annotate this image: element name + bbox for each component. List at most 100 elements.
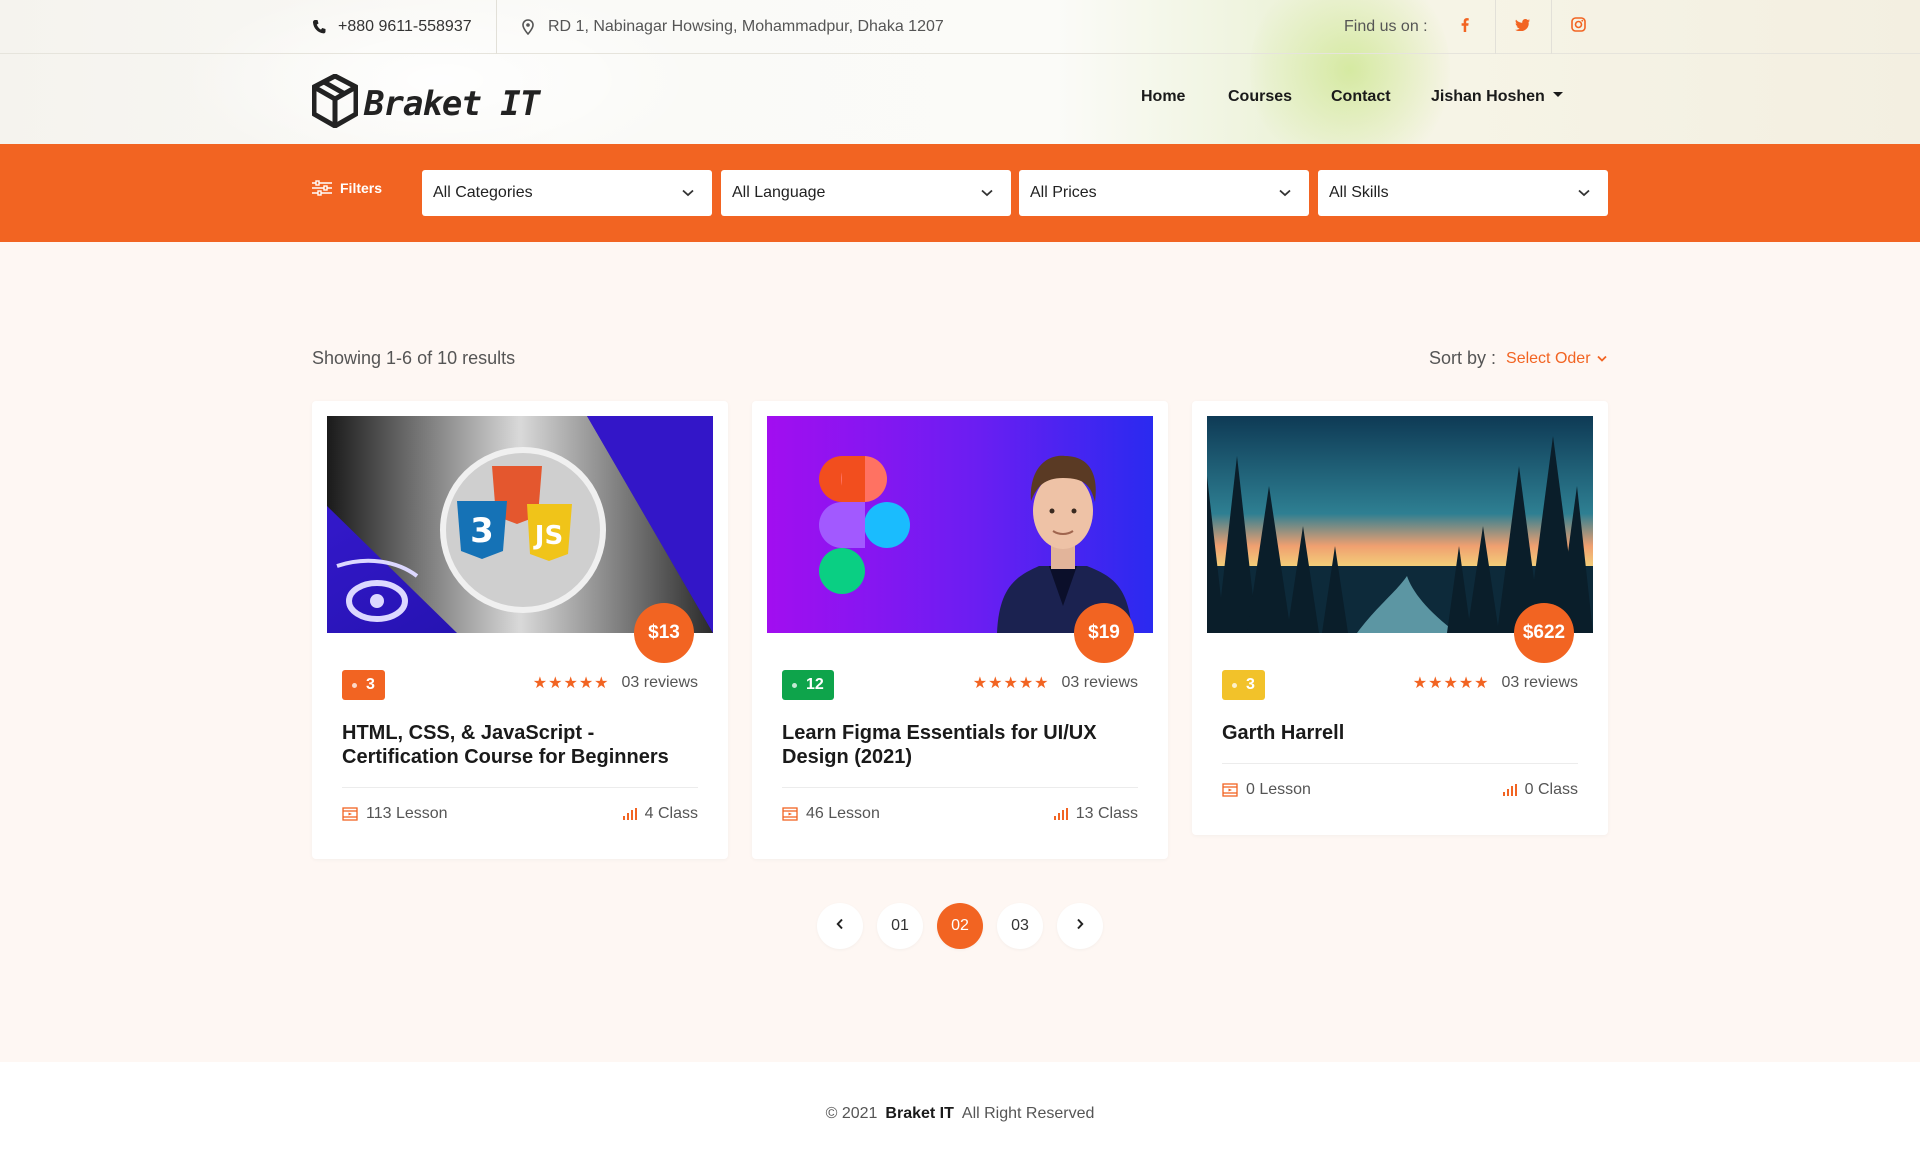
price-select-value: All Prices — [1030, 184, 1097, 201]
level-value: 3 — [366, 676, 375, 693]
page-button-03[interactable]: 03 — [997, 903, 1043, 949]
course-card[interactable]: $19 12 ★★★★★ 03 reviews Learn Figma Esse… — [752, 401, 1168, 859]
skills-select[interactable]: All Skills — [1318, 170, 1608, 216]
svg-text:JS: JS — [533, 521, 563, 551]
chevron-left-icon — [836, 917, 844, 935]
lesson-count-text: 113 Lesson — [366, 805, 448, 822]
nav-home[interactable]: Home — [1141, 88, 1185, 106]
course-listing: Showing 1-6 of 10 results Sort by : Sele… — [0, 242, 1920, 1062]
facebook-icon — [1461, 17, 1469, 37]
level-badge: 3 — [1222, 670, 1265, 700]
page-button-02[interactable]: 02 — [937, 903, 983, 949]
divider — [782, 787, 1138, 788]
brand-name: Braket IT — [364, 83, 540, 124]
sliders-icon — [312, 180, 332, 196]
page-button-01[interactable]: 01 — [877, 903, 923, 949]
class-count: 0 Class — [1502, 781, 1578, 799]
instagram-link[interactable] — [1550, 0, 1606, 54]
rating: ★★★★★ 03 reviews — [973, 673, 1138, 693]
price-select[interactable]: All Prices — [1019, 170, 1309, 216]
language-select-value: All Language — [732, 184, 826, 201]
video-lesson-icon — [782, 807, 798, 821]
video-lesson-icon — [342, 807, 358, 821]
course-card[interactable]: 3 JS $13 3 ★★★★★ 03 reviews HTML, CSS, &… — [312, 401, 728, 859]
class-count: 4 Class — [622, 805, 698, 823]
instagram-icon — [1570, 17, 1586, 37]
sort-select[interactable]: Select Oder — [1506, 350, 1607, 368]
class-count-text: 0 Class — [1524, 781, 1578, 798]
course-thumbnail-forest[interactable] — [1207, 416, 1593, 633]
header: +880 9611-558937 RD 1, Nabinagar Howsing… — [0, 0, 1920, 144]
chevron-down-icon — [981, 184, 993, 202]
star-rating-icon: ★★★★★ — [1412, 675, 1490, 692]
price-badge: $622 — [1514, 603, 1574, 663]
svg-text:3: 3 — [470, 511, 494, 551]
lesson-count: 46 Lesson — [782, 805, 880, 823]
brand-logo[interactable]: Braket IT — [311, 73, 540, 133]
course-title[interactable]: Garth Harrell — [1222, 721, 1582, 745]
level-badge: 3 — [342, 670, 385, 700]
level-badge: 12 — [782, 670, 834, 700]
filters-toggle[interactable]: Filters — [312, 180, 382, 196]
level-value: 3 — [1246, 676, 1255, 693]
price-badge: $19 — [1074, 603, 1134, 663]
chevron-down-icon — [1578, 184, 1590, 202]
course-thumbnail-web-dev[interactable]: 3 JS — [327, 416, 713, 633]
prev-page-button[interactable] — [817, 903, 863, 949]
divider — [1222, 763, 1578, 764]
chevron-down-icon — [1596, 355, 1607, 362]
star-rating-icon: ★★★★★ — [532, 675, 610, 692]
copyright-text: © 2021 — [825, 1105, 878, 1122]
chevron-down-icon — [1279, 184, 1291, 202]
topbar: +880 9611-558937 RD 1, Nabinagar Howsing… — [0, 0, 1920, 54]
caret-down-icon — [1552, 92, 1563, 98]
phone-info: +880 9611-558937 — [312, 0, 472, 54]
skills-select-value: All Skills — [1329, 184, 1389, 201]
user-name: Jishan Hoshen — [1431, 88, 1545, 105]
lesson-count: 113 Lesson — [342, 805, 448, 823]
address-info: RD 1, Nabinagar Howsing, Mohammadpur, Dh… — [522, 0, 944, 54]
results-count: Showing 1-6 of 10 results — [312, 348, 516, 368]
chevron-right-icon — [1076, 917, 1084, 935]
divider — [342, 787, 698, 788]
rating: ★★★★★ 03 reviews — [533, 673, 698, 693]
class-count-text: 4 Class — [644, 805, 698, 822]
nav-courses[interactable]: Courses — [1228, 88, 1292, 106]
twitter-link[interactable] — [1494, 0, 1550, 54]
category-select[interactable]: All Categories — [422, 170, 712, 216]
chevron-down-icon — [682, 184, 694, 202]
phone-number[interactable]: +880 9611-558937 — [338, 18, 472, 36]
sort-label: Sort by : — [1429, 348, 1497, 368]
review-count: 03 reviews — [1501, 674, 1578, 691]
course-title[interactable]: Learn Figma Essentials for UI/UX Design … — [782, 721, 1142, 769]
class-count: 13 Class — [1053, 805, 1138, 823]
location-pin-icon — [522, 19, 538, 35]
course-card[interactable]: $622 3 ★★★★★ 03 reviews Garth Harrell 0 … — [1192, 401, 1608, 835]
rights-text: All Right Reserved — [961, 1105, 1095, 1122]
sort-control: Sort by : Select Oder — [1429, 348, 1607, 369]
lesson-count-text: 0 Lesson — [1246, 781, 1311, 798]
facebook-link[interactable] — [1437, 0, 1493, 54]
bar-chart-icon — [1502, 784, 1517, 796]
user-menu[interactable]: Jishan Hoshen — [1431, 88, 1563, 106]
filters-label: Filters — [340, 180, 383, 196]
next-page-button[interactable] — [1057, 903, 1103, 949]
twitter-icon — [1514, 18, 1530, 36]
review-count: 03 reviews — [621, 674, 698, 691]
star-rating-icon: ★★★★★ — [972, 675, 1050, 692]
language-select[interactable]: All Language — [721, 170, 1011, 216]
footer: © 2021 Braket IT All Right Reserved — [0, 1062, 1920, 1166]
nav-contact[interactable]: Contact — [1331, 88, 1391, 106]
filter-bar: Filters All Categories All Language All … — [0, 144, 1920, 242]
course-title[interactable]: HTML, CSS, & JavaScript - Certification … — [342, 721, 702, 769]
pagination: 01 02 03 — [817, 903, 1117, 949]
footer-brand-link[interactable]: Braket IT — [885, 1105, 953, 1123]
lesson-count-text: 46 Lesson — [806, 805, 880, 822]
course-thumbnail-figma[interactable] — [767, 416, 1153, 633]
price-badge: $13 — [634, 603, 694, 663]
level-value: 12 — [806, 676, 824, 693]
rating: ★★★★★ 03 reviews — [1413, 673, 1578, 693]
bar-chart-icon — [622, 808, 637, 820]
address-text: RD 1, Nabinagar Howsing, Mohammadpur, Dh… — [548, 18, 944, 35]
lesson-count: 0 Lesson — [1222, 781, 1311, 799]
